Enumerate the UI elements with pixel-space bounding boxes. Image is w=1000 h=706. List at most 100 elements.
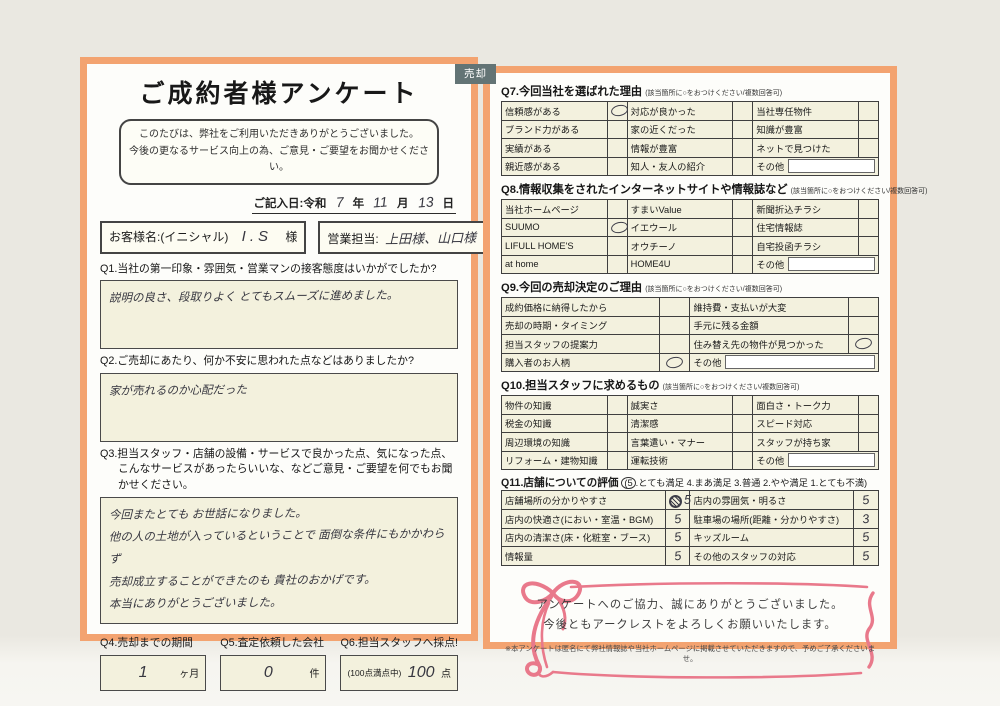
q9-option-label: 購入者のお人柄 — [502, 353, 660, 372]
intro-line-2: 今後の更なるサービス向上の為、ご意見・ご要望をお聞かせください。 — [129, 144, 429, 177]
q8-mark-cell — [858, 218, 878, 237]
q4-answer-box: 1 ヶ月 — [100, 655, 206, 691]
q11-item-label: 店内の清潔さ(床・化粧室・ブース) — [502, 528, 666, 547]
date-day-handwritten: 13 — [411, 193, 440, 211]
q7-option-label: 知人・友人の紹介 — [627, 157, 733, 176]
agent-box: 営業担当: 上田様、山口様 — [318, 221, 485, 254]
date-prefix: ご記入日:令和 — [254, 198, 327, 210]
page-title: ご成約者様アンケート — [100, 74, 458, 110]
q8-option-label: すまいValue — [627, 200, 733, 219]
q11-item-label: その他のスタッフの対応 — [690, 547, 854, 566]
q10-option-label: 税金の知識 — [502, 414, 608, 433]
q10-mark-cell — [607, 433, 627, 452]
q8-option-label: SUUMO — [502, 218, 608, 237]
customer-name-suffix: 様 — [285, 230, 297, 244]
q11-item-label: 店舗場所の分かりやすさ — [502, 491, 666, 510]
q9-option-label: 成約価格に納得したから — [502, 298, 660, 317]
q10-mark-cell — [733, 451, 753, 470]
date-day-unit: 日 — [443, 198, 455, 210]
q10-option-label: 誠実さ — [627, 396, 733, 415]
q6-value-handwritten: 100 — [401, 664, 441, 682]
q6-unit: 点 — [441, 665, 451, 680]
q10-mark-cell — [858, 396, 878, 415]
thanks-line-1: アンケートへのご協力、誠にありがとうございました。 — [501, 595, 879, 615]
q10-mark-cell — [607, 396, 627, 415]
score-handwritten: 5 — [857, 492, 876, 508]
q1-answer-handwritten: 説明の良さ、段取りよく とてもスムーズに進めました。 — [109, 284, 449, 310]
q7-option-label: 当社専任物件 — [753, 102, 859, 121]
q6-scale-note: (100点満点中) — [347, 667, 401, 679]
q8-option-label: LIFULL HOME'S — [502, 237, 608, 256]
other-write-in-blank — [725, 355, 875, 369]
intro-box: このたびは、弊社をご利用いただきありがとうございました。 今後の更なるサービス向… — [119, 119, 439, 185]
sale-type-badge: 売却 — [455, 64, 496, 84]
thanks-line-2: 今後ともアークレストをよろしくお願いいたします。 — [501, 615, 879, 635]
q9-circle-note: (該当箇所に○をおつけください/複数回答可) — [645, 286, 782, 293]
q9-other-cell: その他 — [690, 353, 879, 372]
q3-answer-box: 今回またとても お世話になりました。 他の人の土地が入っているということで 面倒… — [100, 497, 458, 624]
q8-option-label: at home — [502, 255, 608, 274]
date-month-handwritten: 11 — [367, 193, 395, 211]
q9-mark-cell — [660, 353, 690, 372]
q8-option-label: オウチーノ — [627, 237, 733, 256]
q6-label: Q6.担当スタッフへ採点! — [340, 634, 458, 650]
q7-option-label: ブランド力がある — [502, 120, 608, 139]
q9-option-label: 手元に残る金額 — [690, 316, 848, 335]
q7-mark-cell — [858, 120, 878, 139]
q10-option-label: 周辺環境の知識 — [502, 433, 608, 452]
q7-mark-cell — [733, 139, 753, 158]
q1-answer-box: 説明の良さ、段取りよく とてもスムーズに進めました。 — [100, 280, 458, 349]
q8-mark-cell — [733, 237, 753, 256]
date-year-handwritten: 7 — [329, 193, 350, 210]
q8-mark-cell — [607, 218, 627, 237]
q8-heading: Q8.情報収集をされたインターネットサイトや情報誌など (該当箇所に○をおつけく… — [501, 181, 879, 197]
q10-mark-cell — [733, 396, 753, 415]
score-handwritten: 5 — [668, 511, 687, 527]
agent-names-handwritten: 上田様、山口様 — [382, 227, 476, 248]
q8-mark-cell — [733, 255, 753, 274]
q7-circle-note: (該当箇所に○をおつけください/複数回答可) — [645, 90, 782, 97]
q10-option-label: 言葉遣い・マナー — [627, 433, 733, 452]
score-handwritten: 5 — [668, 529, 687, 545]
q7-mark-cell — [607, 157, 627, 176]
q8-mark-cell — [733, 218, 753, 237]
q2-answer-box: 家が売れるのか心配だった — [100, 373, 458, 442]
other-write-in-blank — [788, 159, 875, 173]
q10-mark-cell — [733, 433, 753, 452]
q8-option-label: 自宅投函チラシ — [753, 237, 859, 256]
q7-heading: Q7.今回当社を選ばれた理由 (該当箇所に○をおつけください/複数回答可) — [501, 83, 879, 99]
date-year-unit: 年 — [353, 198, 365, 210]
q5-answer-box: 0 件 — [220, 655, 326, 691]
q11-item-label: 駐車場の場所(距離・分かりやすさ) — [690, 510, 854, 529]
q7-option-label: 対応が良かった — [627, 102, 733, 121]
q7-mark-cell — [607, 120, 627, 139]
q7-mark-cell — [858, 139, 878, 158]
q7-option-label: ネットで見つけた — [753, 139, 859, 158]
circle-mark — [610, 104, 629, 118]
q10-mark-cell — [858, 414, 878, 433]
q11-scale-text: .とても満足 4.まあ満足 3.普通 2.やや満足 1.とても不満) — [636, 478, 867, 488]
q3-label-line1: Q3.担当スタッフ・店舗の設備・サービスで良かった点、気になった点、 — [100, 448, 452, 460]
q11-score-cell: 5 — [665, 510, 690, 529]
q9-mark-cell — [848, 298, 878, 317]
score-handwritten: 3 — [857, 511, 876, 527]
thank-you-ribbon: アンケートへのご協力、誠にありがとうございました。 今後ともアークレストをよろし… — [501, 571, 879, 685]
crossed-out-mark — [669, 495, 682, 508]
q8-option-label: 新聞折込チラシ — [753, 200, 859, 219]
q11-item-label: 店内の快適さ(におい・室温・BGM) — [502, 510, 666, 529]
q11-score-cell: 5 — [665, 491, 690, 510]
q9-option-label: 担当スタッフの提案力 — [502, 335, 660, 354]
q4-unit: ヶ月 — [179, 665, 199, 680]
score-handwritten: 5 — [668, 548, 687, 564]
customer-initial-handwritten: I.S — [232, 228, 282, 245]
q7-mark-cell — [733, 157, 753, 176]
scanned-survey-page: 売却 ご成約者様アンケート このたびは、弊社をご利用いただきありがとうございまし… — [0, 0, 1000, 706]
customer-name-box: お客様名:(イニシャル) I.S 様 — [100, 221, 306, 254]
q4-label: Q4.売却までの期間 — [100, 634, 206, 650]
q3-label-line2: こんなサービスがあったらいいな、などご意見・ご要望を何でもお聞かせください。 — [100, 462, 458, 493]
q9-mark-cell — [848, 335, 878, 354]
q10-table: 物件の知識 誠実さ 面白さ・トーク力 税金の知識 清潔感 スピード対応 周辺環境… — [501, 395, 879, 470]
q2-answer-handwritten: 家が売れるのか心配だった — [109, 377, 449, 403]
q8-mark-cell — [607, 255, 627, 274]
q11-score-cell: 5 — [854, 547, 879, 566]
